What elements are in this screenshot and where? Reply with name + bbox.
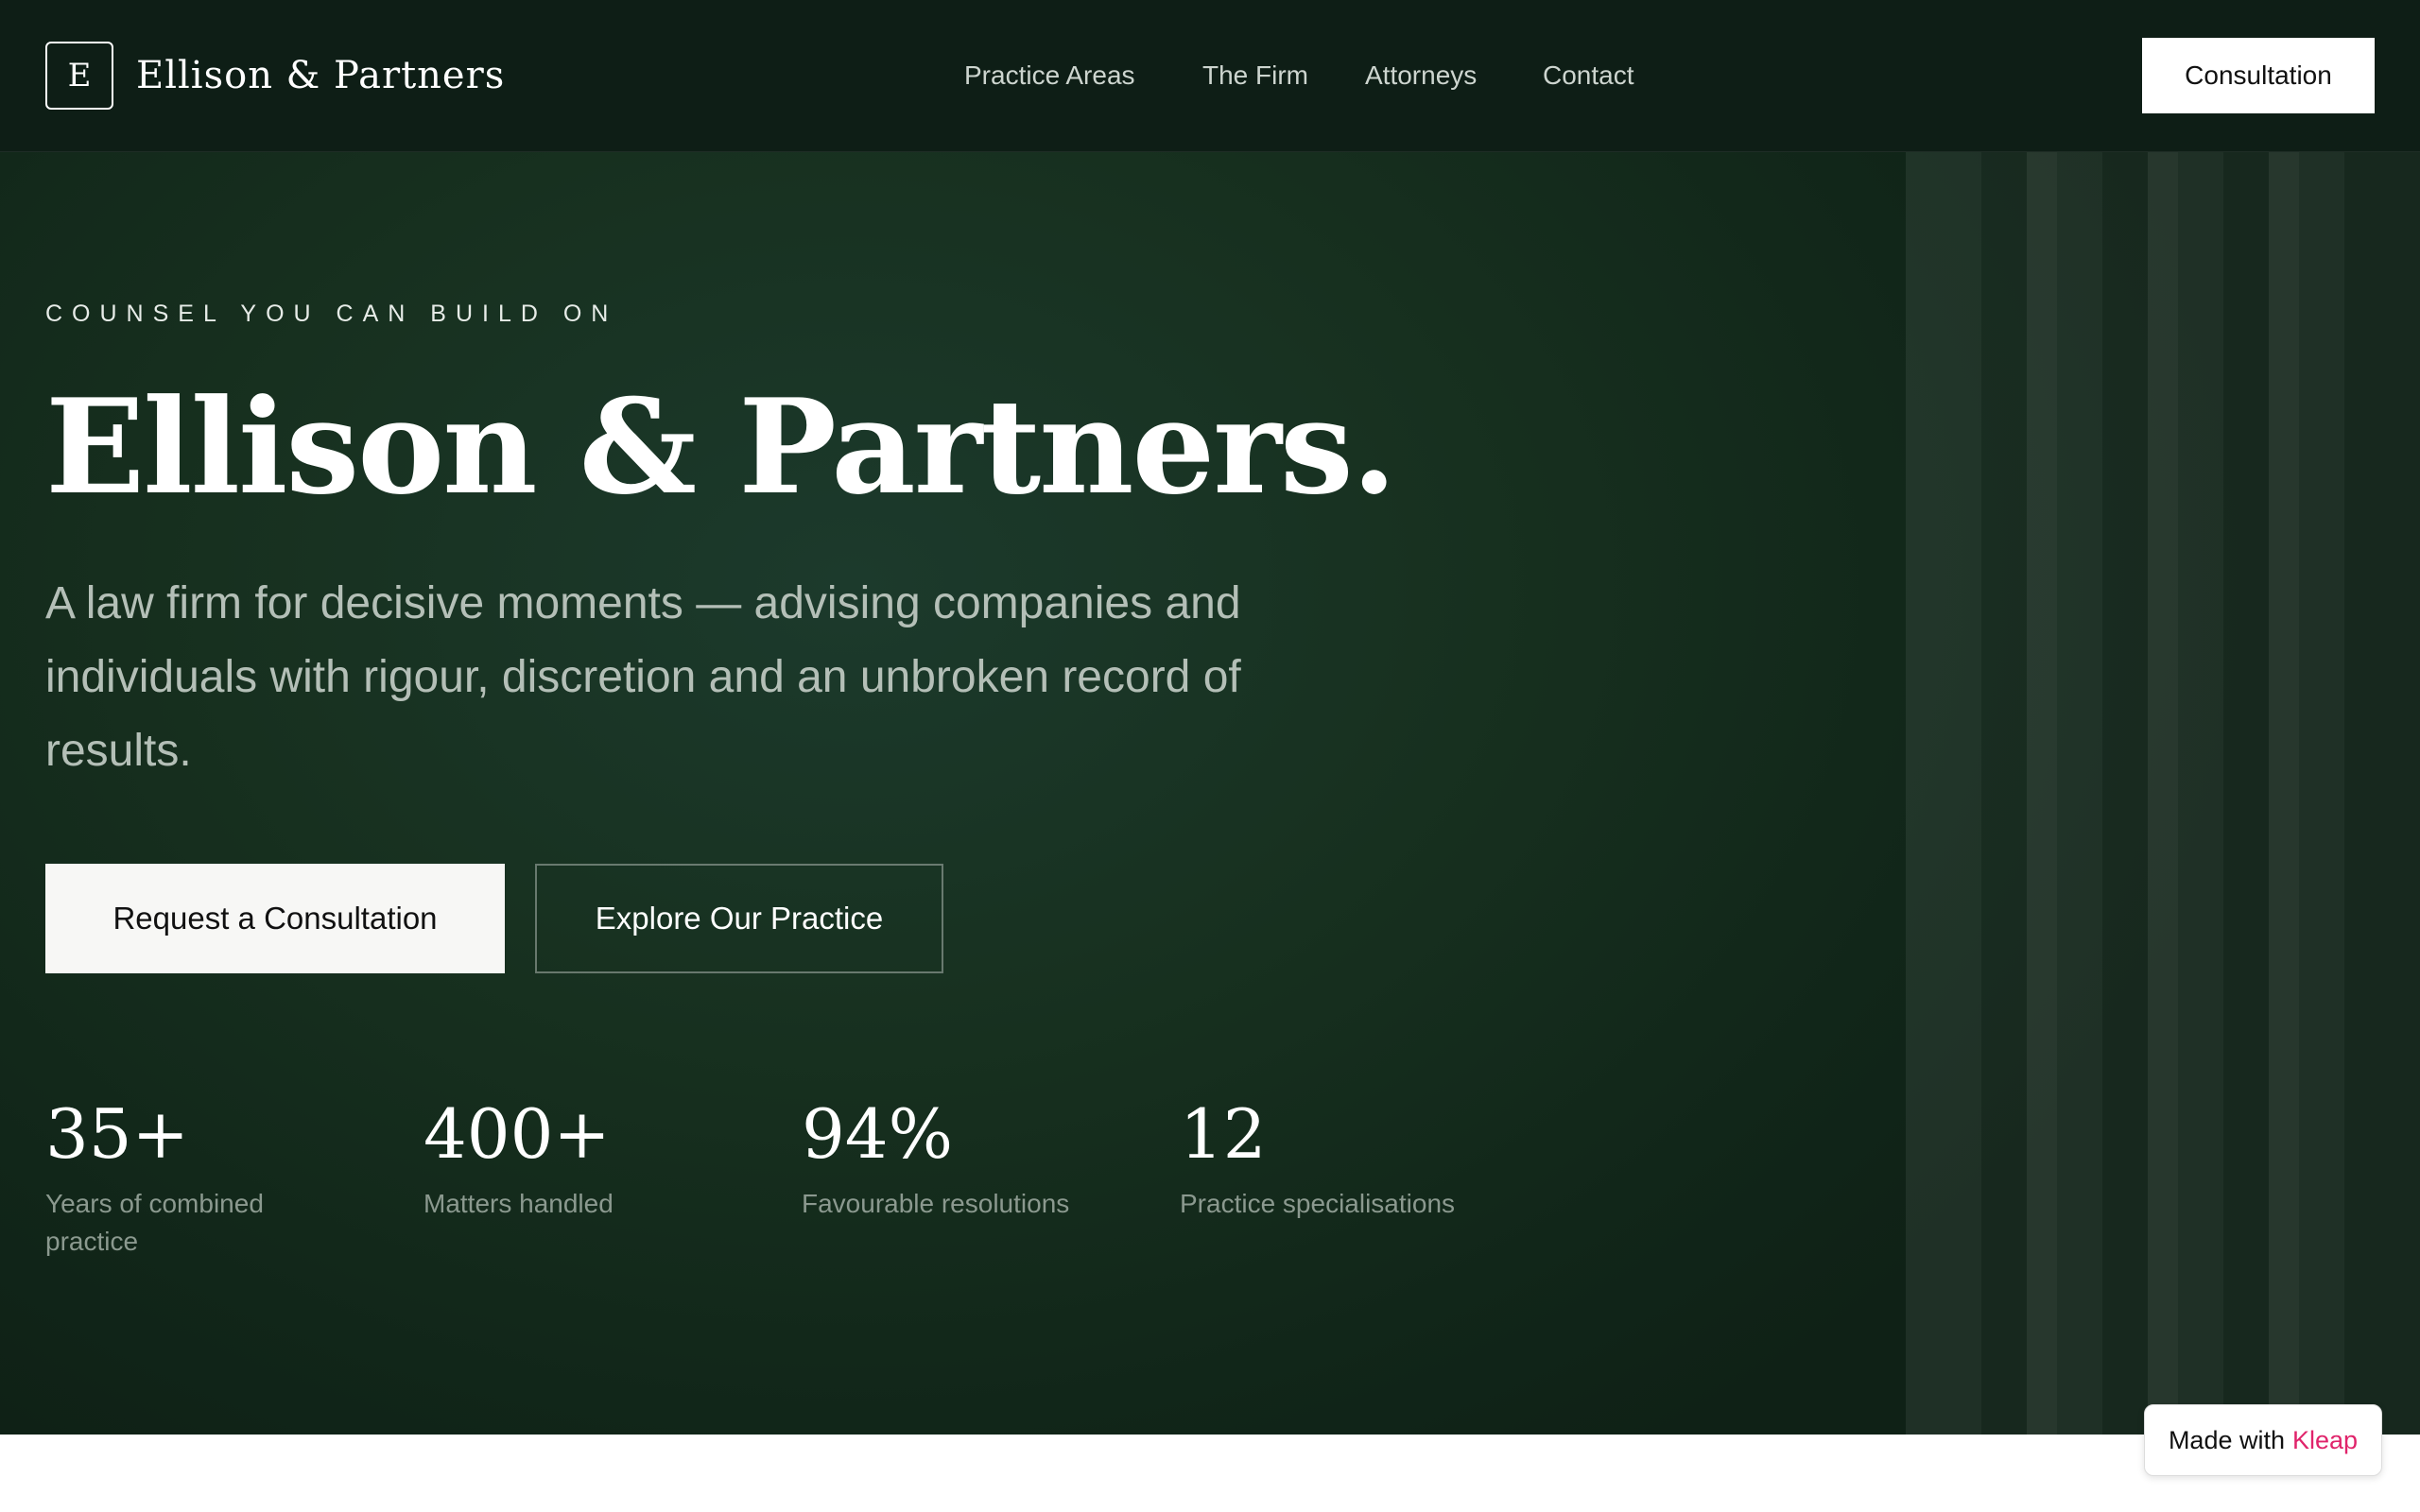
nav-link-the-firm[interactable]: The Firm — [1202, 55, 1308, 96]
top-nav: E Ellison & Partners Practice Areas The … — [0, 0, 2420, 152]
explore-practice-button[interactable]: Explore Our Practice — [535, 864, 943, 973]
stripe — [2269, 152, 2344, 1435]
hero-headline: Ellison & Partners. — [45, 369, 1397, 524]
stat-value: 400+ — [424, 1094, 611, 1174]
stat-value: 94% — [802, 1094, 954, 1174]
nav-link-practice-areas[interactable]: Practice Areas — [964, 55, 1135, 96]
stat-value: 12 — [1180, 1094, 1267, 1174]
made-with-badge[interactable]: Made with Kleap — [2144, 1404, 2382, 1476]
stripe — [2344, 152, 2420, 1435]
stat-item: 94% Favourable resolutions — [802, 1087, 1114, 1223]
request-consultation-button[interactable]: Request a Consultation — [45, 864, 505, 973]
stat-item: 12 Practice specialisations — [1180, 1087, 1577, 1223]
brand-name[interactable]: Ellison & Partners — [136, 49, 505, 102]
consultation-button[interactable]: Consultation — [2142, 38, 2375, 113]
stripe — [1906, 152, 1981, 1435]
nav-link-attorneys[interactable]: Attorneys — [1365, 55, 1477, 96]
logo-mark[interactable]: E — [45, 42, 113, 110]
stripe — [2148, 152, 2223, 1435]
badge-prefix: Made with — [2168, 1425, 2285, 1454]
hero-section: COUNSEL YOU CAN BUILD ON Ellison & Partn… — [0, 0, 2420, 1435]
stat-item: 35+ Years of combined practice — [45, 1087, 357, 1261]
badge-brand: Kleap — [2292, 1425, 2359, 1454]
stripe — [2027, 152, 2102, 1435]
nav-link-contact[interactable]: Contact — [1543, 55, 1634, 96]
stat-label: Favourable resolutions — [802, 1189, 1070, 1218]
stat-item: 400+ Matters handled — [424, 1087, 735, 1223]
decorative-stripes — [1906, 152, 2420, 1435]
stat-label: Practice specialisations — [1180, 1189, 1456, 1218]
stat-label: Years of combined practice — [45, 1189, 264, 1256]
stat-value: 35+ — [45, 1094, 189, 1174]
hero-eyebrow: COUNSEL YOU CAN BUILD ON — [45, 301, 618, 327]
stat-label: Matters handled — [424, 1189, 614, 1218]
hero-lede: A law firm for decisive moments — advisi… — [45, 578, 1241, 776]
